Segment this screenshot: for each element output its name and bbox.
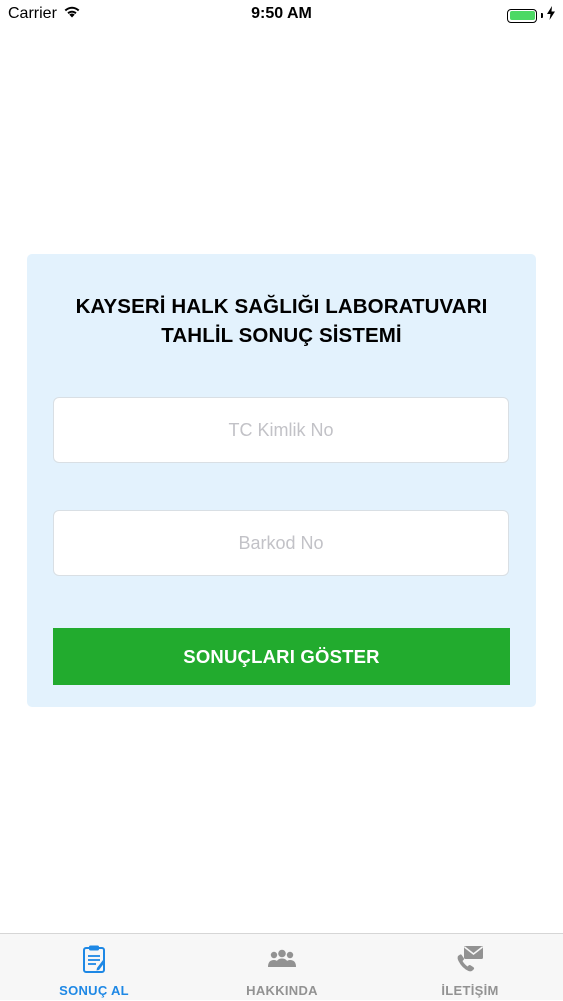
login-card: KAYSERİ HALK SAĞLIĞI LABORATUVARI TAHLİL… — [27, 254, 536, 707]
title-line-1: KAYSERİ HALK SAĞLIĞI LABORATUVARI — [75, 295, 488, 318]
battery-icon — [507, 8, 537, 23]
battery-level — [509, 11, 535, 20]
tab-iletisim[interactable]: İLETİŞİM — [376, 934, 563, 1001]
tab-bar: SONUÇ AL HAKKINDA İLETİŞİM — [0, 933, 563, 1000]
show-results-button[interactable]: SONUÇLARI GÖSTER — [53, 628, 510, 685]
title-line-2: TAHLİL SONUÇ SİSTEMİ — [161, 324, 402, 347]
tab-sonuc-al[interactable]: SONUÇ AL — [0, 934, 188, 1001]
tab-hakkinda[interactable]: HAKKINDA — [188, 934, 376, 1001]
battery-tip — [541, 13, 543, 18]
barkod-input[interactable] — [54, 531, 508, 555]
clipboard-icon — [79, 944, 109, 974]
status-bar: Carrier 9:50 AM — [0, 0, 563, 30]
battery-group — [507, 6, 555, 25]
tc-kimlik-input[interactable] — [54, 418, 508, 442]
barkod-field-container — [53, 510, 509, 576]
page-title: KAYSERİ HALK SAĞLIĞI LABORATUVARI TAHLİL… — [27, 292, 536, 350]
tab-label: İLETİŞİM — [441, 983, 499, 998]
charging-bolt-icon — [547, 6, 555, 25]
tc-field-container — [53, 397, 509, 463]
clock: 9:50 AM — [251, 5, 312, 22]
tab-label: SONUÇ AL — [59, 983, 129, 998]
phone-mail-icon — [455, 944, 485, 974]
tab-label: HAKKINDA — [246, 983, 318, 998]
people-icon — [267, 944, 297, 974]
